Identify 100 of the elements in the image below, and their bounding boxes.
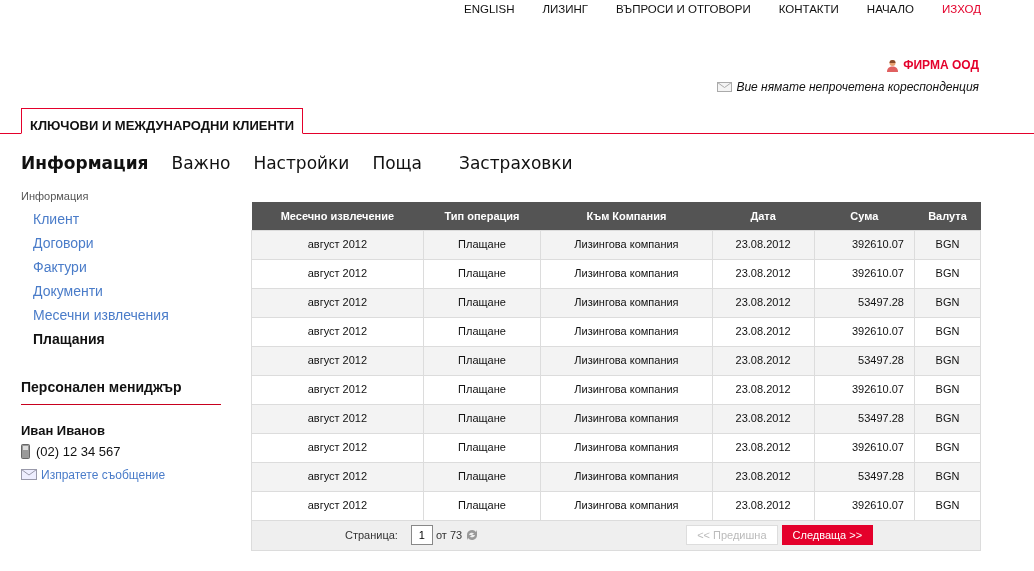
table-cell: август 2012 xyxy=(251,404,424,433)
table-cell: Лизингова компания xyxy=(540,404,713,433)
table-cell: 53497.28 xyxy=(814,404,915,433)
column-header: Месечно извлечение xyxy=(251,202,424,230)
nav-tab[interactable]: Поща xyxy=(372,151,423,188)
table-cell: 23.08.2012 xyxy=(712,288,815,317)
user-icon xyxy=(886,58,900,72)
table-cell: 392610.07 xyxy=(814,259,915,288)
table-cell: Лизингова компания xyxy=(540,288,713,317)
table-cell: Лизингова компания xyxy=(540,230,713,259)
table-cell: 392610.07 xyxy=(814,230,915,259)
sidebar-heading: Информация xyxy=(21,189,90,204)
table-cell: Плащане xyxy=(423,375,541,404)
table-cell: Лизингова компания xyxy=(540,317,713,346)
nav-tab[interactable]: Важно xyxy=(171,151,231,188)
logout-link[interactable]: ИЗХОД xyxy=(942,1,981,20)
table-cell: август 2012 xyxy=(251,259,424,288)
table-cell: 23.08.2012 xyxy=(712,317,815,346)
table-cell: 392610.07 xyxy=(814,317,915,346)
table-cell: Лизингова компания xyxy=(540,462,713,491)
top-menu-link[interactable]: КОНТАКТИ xyxy=(778,1,839,20)
table-cell: 23.08.2012 xyxy=(712,433,815,462)
section-heading: Персонален мениджър xyxy=(21,376,221,405)
phone-icon xyxy=(21,444,30,460)
company-name[interactable]: ФИРМА ООД xyxy=(903,56,979,74)
table-cell: август 2012 xyxy=(251,230,424,259)
refresh-icon[interactable] xyxy=(465,528,480,542)
table-cell: Плащане xyxy=(423,462,541,491)
table-cell: BGN xyxy=(914,346,981,375)
table-cell: Плащане xyxy=(423,288,541,317)
table-cell: 23.08.2012 xyxy=(712,375,815,404)
table-cell: 53497.28 xyxy=(814,462,915,491)
table-cell: 23.08.2012 xyxy=(712,404,815,433)
column-header: Към Компания xyxy=(540,202,713,230)
page-input[interactable]: 1 xyxy=(410,525,433,545)
nav-tab[interactable]: Застраховки xyxy=(459,151,573,188)
table-cell: Плащане xyxy=(423,230,541,259)
table-cell: 392610.07 xyxy=(814,491,915,520)
table-cell: 392610.07 xyxy=(814,375,915,404)
section-tab[interactable]: КЛЮЧОВИ И МЕЖДУНАРОДНИ КЛИЕНТИ xyxy=(21,108,304,134)
sidebar-item[interactable]: Клиент xyxy=(33,208,221,233)
table-cell: август 2012 xyxy=(251,317,424,346)
message-status: Вие нямате непрочетена кореспонденция xyxy=(736,79,979,96)
table-cell: Лизингова компания xyxy=(540,433,713,462)
table-cell: август 2012 xyxy=(251,288,424,317)
sidebar-item[interactable]: Плащания xyxy=(33,328,221,353)
table-cell: 53497.28 xyxy=(814,346,915,375)
table-cell: Плащане xyxy=(423,346,541,375)
envelope-icon xyxy=(21,469,37,480)
top-menu-link[interactable]: ЛИЗИНГ xyxy=(542,1,589,20)
send-message-link[interactable]: Изпратете съобщение xyxy=(41,465,166,484)
table-cell: 23.08.2012 xyxy=(712,462,815,491)
table-cell: Лизингова компания xyxy=(540,346,713,375)
envelope-icon xyxy=(717,82,733,92)
table-cell: август 2012 xyxy=(251,491,424,520)
sidebar-item[interactable]: Документи xyxy=(33,280,221,305)
next-button[interactable]: Следваща >> xyxy=(781,525,874,545)
phone-number: (02) 12 34 567 xyxy=(36,443,121,461)
column-header: Сума xyxy=(814,202,915,230)
top-menu-link[interactable]: ENGLISH xyxy=(464,1,515,20)
table-cell: 23.08.2012 xyxy=(712,491,815,520)
table-cell: Плащане xyxy=(423,404,541,433)
table-cell: BGN xyxy=(914,404,981,433)
sidebar-item[interactable]: Фактури xyxy=(33,256,221,281)
table-cell: BGN xyxy=(914,462,981,491)
column-header: Валута xyxy=(914,202,981,230)
table-cell: BGN xyxy=(914,375,981,404)
table-cell: 53497.28 xyxy=(814,288,915,317)
manager-name: Иван Иванов xyxy=(21,421,107,440)
page-label: Страница: xyxy=(345,527,398,543)
table-cell: Лизингова компания xyxy=(540,491,713,520)
table-cell: 392610.07 xyxy=(814,433,915,462)
sidebar-item[interactable]: Договори xyxy=(33,232,221,257)
column-header: Тип операция xyxy=(423,202,541,230)
table-cell: BGN xyxy=(914,433,981,462)
table-cell: BGN xyxy=(914,259,981,288)
table-cell: Лизингова компания xyxy=(540,259,713,288)
table-cell: BGN xyxy=(914,491,981,520)
top-menu-link[interactable]: ВЪПРОСИ И ОТГОВОРИ xyxy=(616,1,751,20)
table-cell: BGN xyxy=(914,317,981,346)
table-cell: BGN xyxy=(914,288,981,317)
table-cell: 23.08.2012 xyxy=(712,230,815,259)
table-cell: Плащане xyxy=(423,491,541,520)
top-menu-link[interactable]: НАЧАЛО xyxy=(866,1,914,20)
table-cell: август 2012 xyxy=(251,346,424,375)
table-cell: август 2012 xyxy=(251,462,424,491)
table-cell: Плащане xyxy=(423,259,541,288)
table-cell: Плащане xyxy=(423,317,541,346)
table-cell: Лизингова компания xyxy=(540,375,713,404)
page-count: от 73 xyxy=(435,527,463,543)
table-cell: август 2012 xyxy=(251,433,424,462)
table-cell: BGN xyxy=(914,230,981,259)
table-cell: август 2012 xyxy=(251,375,424,404)
table-cell: 23.08.2012 xyxy=(712,259,815,288)
column-header: Дата xyxy=(712,202,815,230)
sidebar-item[interactable]: Месечни извлечения xyxy=(33,304,221,329)
table-cell: 23.08.2012 xyxy=(712,346,815,375)
table-cell: Плащане xyxy=(423,433,541,462)
nav-tab[interactable]: Информация xyxy=(21,151,149,188)
nav-tab[interactable]: Настройки xyxy=(253,151,350,188)
